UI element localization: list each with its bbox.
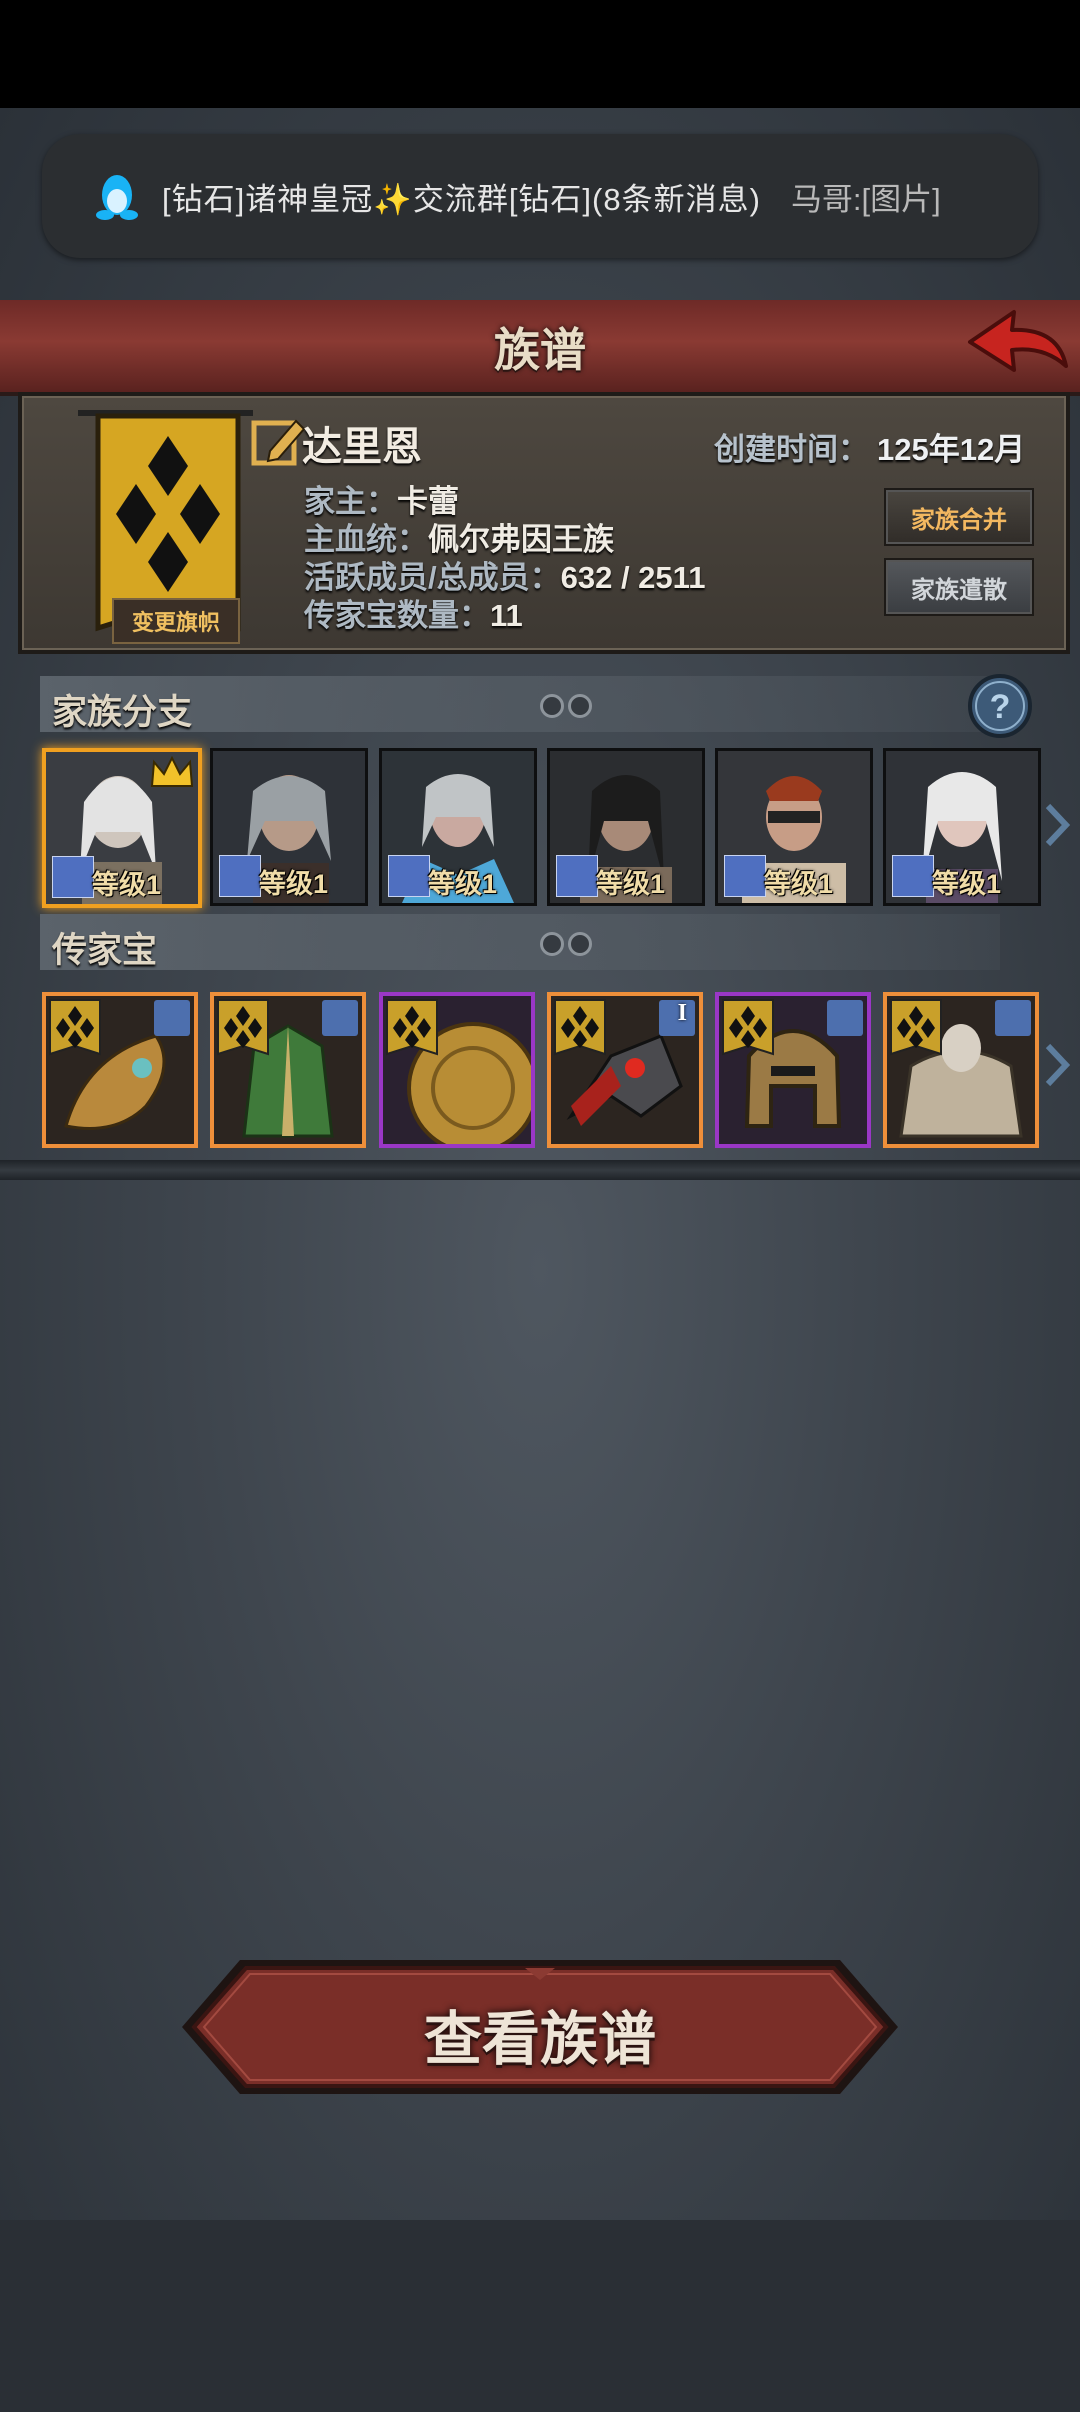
section-divider bbox=[0, 1160, 1080, 1180]
creation-time: 创建时间： 125年12月 bbox=[714, 424, 1025, 469]
page-dots bbox=[540, 932, 596, 961]
branch-card[interactable]: 等级1 bbox=[379, 748, 537, 906]
person-icon bbox=[154, 1000, 190, 1036]
branch-level: 等级1 bbox=[92, 870, 162, 900]
branch-card[interactable]: 等级1 bbox=[715, 748, 873, 906]
disband-clan-button[interactable]: 家族遣散 bbox=[884, 558, 1034, 616]
heirloom-count-row: 传家宝数量：11 bbox=[304, 590, 523, 635]
view-family-tree-label: 查看族谱 bbox=[423, 2007, 656, 2072]
page-title: 族谱 bbox=[494, 324, 586, 376]
notification-preview: 马哥:[图片] bbox=[790, 181, 941, 217]
creation-time-label: 创建时间： bbox=[714, 432, 869, 467]
person-icon bbox=[995, 1000, 1031, 1036]
sword-icon bbox=[892, 855, 934, 897]
branch-level: 等级1 bbox=[259, 869, 329, 899]
sword-icon bbox=[219, 855, 261, 897]
page-dots bbox=[540, 694, 596, 723]
merge-clan-button[interactable]: 家族合并 bbox=[884, 488, 1034, 546]
heirloom-count-label: 传家宝数量： bbox=[304, 598, 490, 633]
svg-text:?: ? bbox=[990, 688, 1011, 726]
sword-icon bbox=[388, 855, 430, 897]
heirloom-card[interactable] bbox=[883, 992, 1039, 1148]
clan-flag-icon bbox=[49, 999, 101, 1056]
branches-next-arrow-icon[interactable] bbox=[1042, 800, 1072, 850]
branch-card[interactable]: 等级1 bbox=[547, 748, 705, 906]
change-flag-button[interactable]: 变更旗帜 bbox=[112, 598, 240, 644]
branch-card[interactable]: 等级1 bbox=[42, 748, 202, 908]
back-arrow-icon[interactable] bbox=[962, 306, 1072, 386]
edit-name-icon[interactable] bbox=[250, 413, 306, 469]
heirloom-card[interactable] bbox=[715, 992, 871, 1148]
crown-icon bbox=[150, 756, 194, 787]
notification-title: [钻石]诸神皇冠✨交流群[钻石](8条新消息) bbox=[162, 181, 761, 217]
view-family-tree-button[interactable]: 查看族谱 bbox=[180, 1958, 900, 2096]
branch-level: 等级1 bbox=[596, 869, 666, 899]
heirloom-card[interactable] bbox=[379, 992, 535, 1148]
members-value: 632 / 2511 bbox=[560, 560, 706, 595]
heirloom-card[interactable]: I bbox=[547, 992, 703, 1148]
clan-flag-icon bbox=[890, 999, 942, 1056]
heirloom-card[interactable] bbox=[210, 992, 366, 1148]
creation-time-value: 125年12月 bbox=[877, 432, 1026, 467]
person-icon bbox=[322, 1000, 358, 1036]
header-bar: 族谱 bbox=[0, 300, 1080, 396]
qq-penguin-icon bbox=[96, 175, 138, 220]
heirlooms-next-arrow-icon[interactable] bbox=[1042, 1040, 1072, 1090]
branches-title: 家族分支 bbox=[52, 693, 193, 732]
clan-flag-icon bbox=[722, 999, 774, 1056]
heirloom-card[interactable] bbox=[42, 992, 198, 1148]
heirlooms-section-header: 传家宝 bbox=[40, 914, 1000, 970]
sword-icon bbox=[556, 855, 598, 897]
notification-banner[interactable]: [钻石]诸神皇冠✨交流群[钻石](8条新消息) 马哥:[图片] bbox=[42, 134, 1038, 258]
person-icon bbox=[827, 1000, 863, 1036]
branch-level: 等级1 bbox=[764, 869, 834, 899]
sword-icon bbox=[52, 856, 94, 898]
heirloom-count-value: 11 bbox=[490, 598, 523, 633]
clan-flag-icon bbox=[217, 999, 269, 1056]
heirlooms-title: 传家宝 bbox=[52, 931, 158, 970]
branch-card[interactable]: 等级1 bbox=[210, 748, 368, 906]
clan-flag-icon bbox=[554, 999, 606, 1056]
bottom-bar bbox=[0, 2220, 1080, 2412]
heirloom-badge: I bbox=[677, 1000, 687, 1026]
help-icon[interactable]: ? bbox=[966, 672, 1034, 740]
sword-icon bbox=[724, 855, 766, 897]
clan-name: 达里恩 bbox=[302, 425, 422, 469]
branch-card[interactable]: 等级1 bbox=[883, 748, 1041, 906]
branches-section-header: 家族分支 bbox=[40, 676, 1000, 732]
clan-flag-icon bbox=[386, 999, 438, 1056]
branch-level: 等级1 bbox=[428, 869, 498, 899]
branch-level: 等级1 bbox=[932, 869, 1002, 899]
